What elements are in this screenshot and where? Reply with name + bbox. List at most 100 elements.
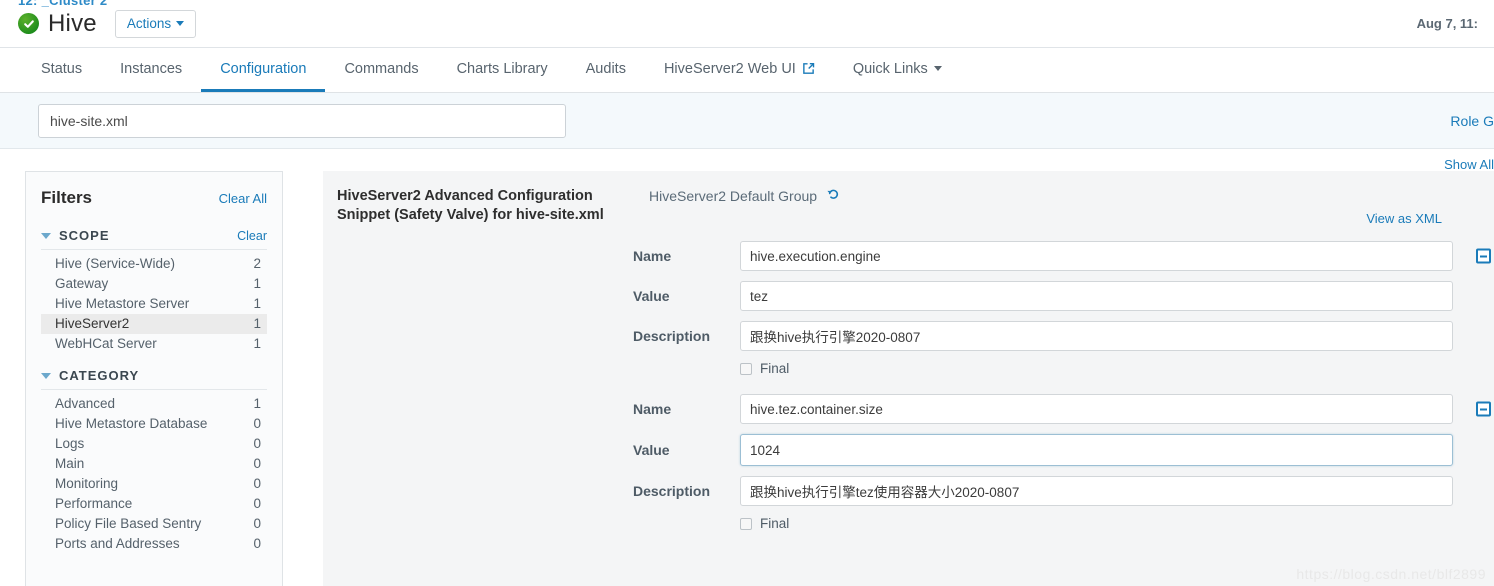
facet-item-hiveserver2[interactable]: HiveServer2 1 [41,314,267,334]
property-title: HiveServer2 Advanced Configuration Snipp… [337,187,629,225]
property-entry: Name Value Description Fina [323,241,1494,376]
final-label: Final [760,516,789,531]
configuration-body: Show All Filters Clear All SCOPE Clear H… [0,149,1494,586]
name-row: Name [323,394,1494,424]
actions-button-label: Actions [127,16,171,31]
remove-property-icon[interactable] [1476,402,1491,417]
facet-item-count: 1 [253,277,261,291]
tab-configuration[interactable]: Configuration [201,48,325,92]
tab-charts-library[interactable]: Charts Library [438,48,567,92]
search-input[interactable] [38,104,566,138]
facet-item-label: Ports and Addresses [55,537,180,551]
tab-instances[interactable]: Instances [101,48,201,92]
name-label: Name [633,401,740,417]
facet-item-count: 0 [253,437,261,451]
facet-scope: SCOPE Clear Hive (Service-Wide) 2 Gatewa… [41,228,267,354]
facet-category-title: CATEGORY [59,368,139,383]
tab-charts-library-label: Charts Library [457,61,548,77]
name-label: Name [633,248,740,264]
remove-property-icon[interactable] [1476,249,1491,264]
undo-icon[interactable] [826,187,840,204]
facet-item-label: Hive Metastore Server [55,297,189,311]
service-title: Hive [48,10,97,38]
name-input[interactable] [740,241,1453,271]
facet-item-webhcat-server[interactable]: WebHCat Server 1 [41,334,267,354]
name-input[interactable] [740,394,1453,424]
property-header: HiveServer2 Advanced Configuration Snipp… [323,187,1494,225]
facet-item-gateway[interactable]: Gateway 1 [41,274,267,294]
facet-item-hive-metastore-database[interactable]: Hive Metastore Database 0 [41,414,267,434]
facet-item-performance[interactable]: Performance 0 [41,494,267,514]
tab-commands[interactable]: Commands [325,48,437,92]
chevron-down-icon [41,373,51,379]
description-input[interactable] [740,321,1453,351]
facet-item-policy-file-based-sentry[interactable]: Policy File Based Sentry 0 [41,514,267,534]
facet-item-count: 0 [253,517,261,531]
description-label: Description [633,328,740,344]
chevron-down-icon [41,233,51,239]
facet-item-hive-service-wide[interactable]: Hive (Service-Wide) 2 [41,254,267,274]
facet-scope-header[interactable]: SCOPE Clear [41,228,267,250]
tab-quick-links-label: Quick Links [853,61,928,77]
value-input[interactable] [740,281,1453,311]
description-row: Description [323,476,1494,506]
value-row: Value [323,434,1494,466]
final-checkbox[interactable] [740,363,752,375]
cluster-breadcrumb[interactable]: 12: _Cluster 2 [18,0,107,8]
facet-item-label: Main [55,457,84,471]
tab-status[interactable]: Status [22,48,101,92]
final-checkbox[interactable] [740,518,752,530]
facet-item-label: Gateway [55,277,108,291]
facet-item-ports-and-addresses[interactable]: Ports and Addresses 0 [41,534,267,554]
final-row: Final [323,361,1494,376]
name-field-wrap [740,394,1453,424]
property-role-group: HiveServer2 Default Group [649,187,840,204]
show-all-link[interactable]: Show All [1444,157,1494,172]
role-groups-link[interactable]: Role G [1450,113,1494,129]
tab-audits[interactable]: Audits [567,48,645,92]
chevron-down-icon [934,66,942,71]
facet-item-hive-metastore-server[interactable]: Hive Metastore Server 1 [41,294,267,314]
config-search-bar: Role G [0,93,1494,149]
filters-title: Filters [41,188,92,208]
facet-item-label: Performance [55,497,132,511]
description-label: Description [633,483,740,499]
value-label: Value [633,442,740,458]
facet-item-label: HiveServer2 [55,317,129,331]
facet-item-label: Advanced [55,397,115,411]
facet-item-count: 0 [253,477,261,491]
tab-commands-label: Commands [344,61,418,77]
property-entry: Name Value Description Fina [323,394,1494,531]
tab-status-label: Status [41,61,82,77]
value-label: Value [633,288,740,304]
facet-item-advanced[interactable]: Advanced 1 [41,394,267,414]
facet-item-main[interactable]: Main 0 [41,454,267,474]
tab-hiveserver2-web-ui-label: HiveServer2 Web UI [664,61,796,77]
service-nav-tabs: Status Instances Configuration Commands … [0,48,1494,93]
facet-item-logs[interactable]: Logs 0 [41,434,267,454]
description-field-wrap [740,476,1453,506]
check-circle-icon [18,13,39,34]
final-row: Final [323,516,1494,531]
config-property-panel: HiveServer2 Advanced Configuration Snipp… [323,171,1494,586]
facet-scope-clear-link[interactable]: Clear [237,229,267,243]
tab-quick-links[interactable]: Quick Links [834,48,961,92]
facet-category-header[interactable]: CATEGORY [41,368,267,390]
description-input[interactable] [740,476,1453,506]
facet-item-monitoring[interactable]: Monitoring 0 [41,474,267,494]
facet-item-count: 0 [253,497,261,511]
clear-all-filters-link[interactable]: Clear All [219,191,267,206]
value-input[interactable] [740,434,1453,466]
facet-item-count: 0 [253,417,261,431]
facet-category: CATEGORY Advanced 1 Hive Metastore Datab… [41,368,267,554]
actions-button[interactable]: Actions [115,10,196,38]
chevron-down-icon [176,21,184,26]
header-timestamp: Aug 7, 11: [1417,16,1478,31]
facet-item-label: Policy File Based Sentry [55,517,201,531]
value-field-wrap [740,434,1453,466]
description-row: Description [323,321,1494,351]
view-as-xml-link[interactable]: View as XML [1366,211,1442,226]
property-role-group-label: HiveServer2 Default Group [649,188,817,204]
facet-item-count: 1 [253,337,261,351]
tab-hiveserver2-web-ui[interactable]: HiveServer2 Web UI [645,48,834,92]
